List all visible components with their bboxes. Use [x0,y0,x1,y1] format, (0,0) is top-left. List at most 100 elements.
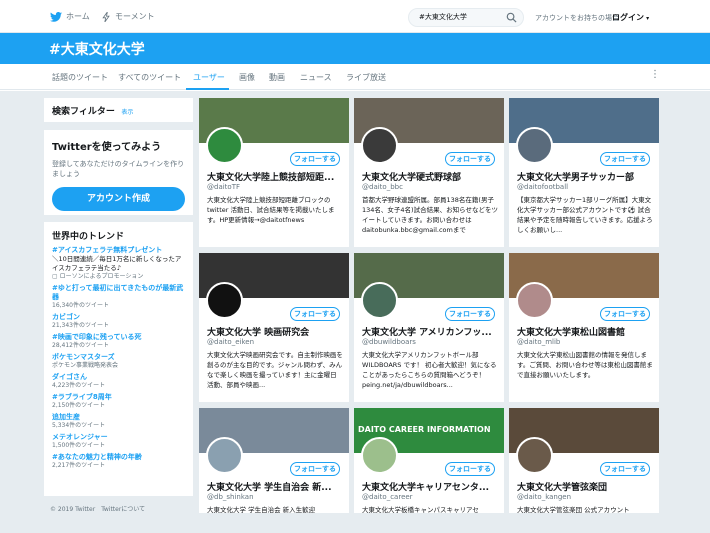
user-bio: 大東文化大学アメリカンフットボール部WILDBOARS です！ 初心者大歓迎！気… [362,351,497,389]
user-name[interactable]: 大東文化大学キャリアセンタ... [362,480,498,493]
create-account-button[interactable]: アカウント作成 [52,187,185,211]
filter-show-link[interactable]: 表示 [121,109,133,116]
follow-button[interactable]: フォローする [290,307,340,321]
follow-button[interactable]: フォローする [600,152,650,166]
search-input[interactable]: #大東文化大学 [408,8,524,27]
trend-name: メテオレンジャー [52,433,108,441]
user-bio: 大東文化大学東松山図書館の情報を発信します。ご質問、お問い合わせ等は東松山図書館… [517,351,653,379]
trend-item[interactable]: 追加生産 5,334件のツイート [52,413,185,430]
twitter-bird-icon [50,11,62,22]
trend-name: カビゴン [52,313,80,321]
trend-item[interactable]: #ラブライブ8周年 2,150件のツイート [52,393,185,410]
banner-text: DAITO CAREER INFORMATION [358,425,491,434]
user-bio: 首都大学野球連盟所属。部員138名在籍(男子134名、女子4名)試合結果、お知ら… [362,196,498,234]
search-value: #大東文化大学 [419,13,467,21]
user-bio: 大東文化大学陸上競技部短距離ブロックのtwitter 活動日、試合結果等を掲載い… [207,196,335,224]
user-handle[interactable]: @daito_eiken [207,338,254,346]
user-bio: 大東文化大学板橋キャンパスキャリアセ [362,506,479,513]
user-card[interactable]: フォローする 大東文化大学男子サッカー部 @daitofootball 【東京都… [509,98,659,247]
nav-moments[interactable]: モーメント [102,11,155,22]
trend-item[interactable]: #映画で印象に残っている死 28,412件のツイート [52,333,185,350]
user-bio: 大東文化大学 学生自治会 新入生歓迎 [207,506,316,513]
footer-links[interactable]: © 2019 Twitter Twitterについて [50,504,145,513]
trend-item[interactable]: カビゴン 21,343件のツイート [52,313,185,330]
user-name[interactable]: 大東文化大学男子サッカー部 [517,170,653,183]
signup-text: 登録してあなただけのタイムラインを作りましょう [52,160,185,178]
trend-item[interactable]: #ゆと打って最初に出てきたものが最新武器 16,340件のツイート [52,284,185,310]
user-name[interactable]: 大東文化大学東松山図書館 [517,325,653,338]
user-name[interactable]: 大東文化大学硬式野球部 [362,170,498,183]
user-card[interactable]: フォローする 大東文化大学 アメリカンフッ... @dbuwildboars 大… [354,253,504,402]
avatar[interactable] [361,282,398,319]
user-bio: 大東文化大学映画研究会です。自主制作映画を創るのが主な目的です。ジャンル問わず、… [207,351,343,389]
user-handle[interactable]: @daito_career [362,493,413,501]
avatar[interactable] [361,437,398,474]
trend-count: 4,223件のツイート [52,382,106,389]
user-bio: 【東京都大学サッカー1部リーグ所属】大東文化大学サッカー部公式アカウントです⚽ … [517,196,653,234]
tab-top[interactable]: 話題のツイート [52,72,108,83]
user-card[interactable]: DAITO CAREER INFORMATION フォローする 大東文化大学キャ… [354,408,504,513]
user-card[interactable]: フォローする 大東文化大学管弦楽団 @daito_kangen 大東文化大学管弦… [509,408,659,513]
promoted-icon: ▢ [52,273,58,280]
trend-name: #映画で印象に残っている死 [52,333,142,341]
trend-count: 28,412件のツイート [52,342,109,349]
follow-button[interactable]: フォローする [600,307,650,321]
avatar[interactable] [206,437,243,474]
trend-item[interactable]: #あなたの魅力と精神の年齢 2,217件のツイート [52,453,185,470]
user-card[interactable]: フォローする 大東文化大学 映画研究会 @daito_eiken 大東文化大学映… [199,253,349,402]
avatar[interactable] [516,282,553,319]
tab-users[interactable]: ユーザー [193,72,225,83]
user-handle[interactable]: @daito_mlib [517,338,560,346]
trend-item[interactable]: #アイスカフェラテ無料プレゼント ＼10日間連続／毎日1万名に新しくなったアイス… [52,246,185,281]
user-handle[interactable]: @daito_bbc [362,183,403,191]
chevron-down-icon: ▾ [644,15,650,22]
tab-videos[interactable]: 動画 [269,72,285,83]
tab-news[interactable]: ニュース [300,72,332,83]
user-handle[interactable]: @dbuwildboars [362,338,416,346]
trend-name: #ゆと打って最初に出てきたものが最新武器 [52,284,184,301]
follow-button[interactable]: フォローする [445,152,495,166]
top-navigation: ホーム モーメント #大東文化大学 アカウントをお持ちの場合 ログイン ▾ [0,0,710,33]
user-card[interactable]: フォローする 大東文化大学陸上競技部短距... @daitoTF 大東文化大学陸… [199,98,349,247]
follow-button[interactable]: フォローする [290,152,340,166]
avatar[interactable] [206,282,243,319]
nav-home[interactable]: ホーム [50,11,90,22]
trend-count: 5,334件のツイート [52,422,106,429]
tab-live[interactable]: ライブ放送 [346,72,386,83]
avatar[interactable] [516,437,553,474]
trend-item[interactable]: ダイゴさん 4,223件のツイート [52,373,185,390]
filter-title: 検索フィルター [52,107,115,117]
login-link[interactable]: ログイン ▾ [612,12,649,23]
trend-promo-text: ローソンによるプロモーション [59,273,144,280]
user-handle[interactable]: @daitoTF [207,183,240,191]
tab-photos[interactable]: 画像 [239,72,255,83]
trend-item[interactable]: メテオレンジャー 1,500件のツイート [52,433,185,450]
user-name[interactable]: 大東文化大学 アメリカンフッ... [362,325,498,338]
user-name[interactable]: 大東文化大学管弦楽団 [517,480,653,493]
user-handle[interactable]: @db_shinkan [207,493,254,501]
avatar[interactable] [516,127,553,164]
follow-button[interactable]: フォローする [290,462,340,476]
user-card[interactable]: フォローする 大東文化大学 学生自治会 新... @db_shinkan 大東文… [199,408,349,513]
user-name[interactable]: 大東文化大学陸上競技部短距... [207,170,343,183]
avatar[interactable] [206,127,243,164]
trend-count: 2,217件のツイート [52,462,106,469]
search-banner: #大東文化大学 [0,33,710,64]
user-name[interactable]: 大東文化大学 学生自治会 新... [207,480,343,493]
user-card[interactable]: フォローする 大東文化大学硬式野球部 @daito_bbc 首都大学野球連盟所属… [354,98,504,247]
user-card[interactable]: フォローする 大東文化大学東松山図書館 @daito_mlib 大東文化大学東松… [509,253,659,402]
follow-button[interactable]: フォローする [445,307,495,321]
avatar[interactable] [361,127,398,164]
user-name[interactable]: 大東文化大学 映画研究会 [207,325,343,338]
search-icon[interactable] [506,12,517,23]
user-handle[interactable]: @daito_kangen [517,493,571,501]
more-options-icon[interactable]: ⋮ [650,69,660,80]
trend-name: ポケモンマスターズ [52,353,115,361]
tab-latest[interactable]: すべてのツイート [118,72,181,83]
user-handle[interactable]: @daitofootball [517,183,568,191]
trends-box: 世界中のトレンド #アイスカフェラテ無料プレゼント ＼10日間連続／毎日1万名に… [44,222,193,496]
follow-button[interactable]: フォローする [445,462,495,476]
trend-name: ダイゴさん [52,373,87,381]
follow-button[interactable]: フォローする [600,462,650,476]
trend-item[interactable]: ポケモンマスターズ ポケモン事業戦略発表会 [52,353,185,370]
